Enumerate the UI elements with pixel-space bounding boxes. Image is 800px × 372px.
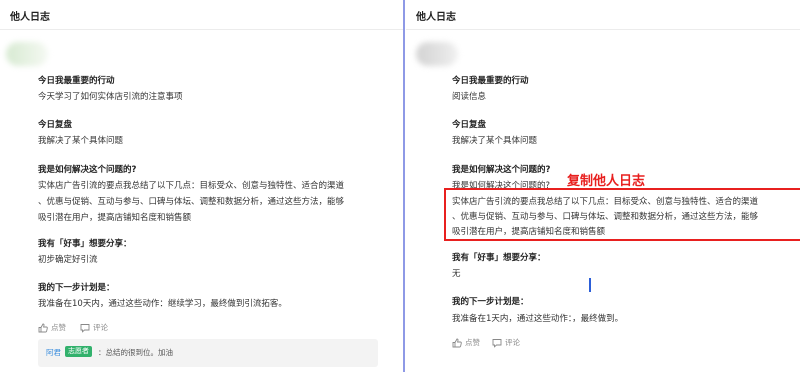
- section-heading-next-plan: 我的下一步计划是：: [38, 283, 115, 293]
- section-body-share: 无: [452, 269, 461, 279]
- like-button[interactable]: 点赞: [452, 337, 480, 348]
- like-button[interactable]: 点赞: [38, 322, 66, 333]
- section-body-next-plan: 我准备在1天内，通过这些动作：，最终做到。: [452, 314, 624, 324]
- section-body-review: 我解决了某个具体问题: [38, 136, 124, 146]
- section-heading-review: 今日复盘: [452, 120, 487, 130]
- comment-item: 阿君 志愿者 ：总结的很到位。加油: [38, 339, 378, 367]
- comment-author[interactable]: 阿君: [46, 347, 61, 358]
- section-heading-important-action: 今日我最重要的行动: [38, 76, 115, 86]
- left-log-panel: 他人日志 今日我最重要的行动 今天学习了如何实体店引流的注意事项 今日复盘 我解…: [0, 0, 404, 372]
- comment-icon: [80, 323, 90, 333]
- avatar[interactable]: [6, 42, 48, 66]
- section-heading-share: 我有「好事」想要分享：: [38, 239, 132, 249]
- section-heading-next-plan: 我的下一步计划是：: [452, 297, 529, 307]
- thumbs-up-icon: [38, 323, 48, 333]
- volunteer-badge: 志愿者: [65, 346, 92, 357]
- comment-label: 评论: [93, 323, 108, 332]
- section-body-review: 我解决了某个具体问题: [452, 136, 538, 146]
- like-label: 点赞: [465, 338, 480, 347]
- comment-label: 评论: [505, 338, 520, 347]
- comment-button[interactable]: 评论: [80, 322, 108, 333]
- comment-text: ：总结的很到位。加油: [98, 348, 173, 357]
- right-log-panel: 他人日志 今日我最重要的行动 阅读信息 今日复盘 我解决了某个具体问题 我是如何…: [406, 0, 800, 372]
- comment-button[interactable]: 评论: [492, 337, 520, 348]
- avatar[interactable]: [416, 42, 458, 66]
- section-body-important-action: 阅读信息: [452, 92, 487, 102]
- left-panel-header: 他人日志: [0, 0, 404, 30]
- text-cursor: [589, 278, 591, 292]
- section-body-share: 初步确定好引流: [38, 255, 98, 265]
- section-body-next-plan: 我准备在10天内，通过这些动作：继续学习，最终做到引流拓客。: [38, 299, 287, 309]
- section-heading-how-solved: 我是如何解决这个问题的?: [452, 165, 551, 175]
- section-heading-review: 今日复盘: [38, 120, 73, 130]
- left-panel-title: 他人日志: [10, 12, 50, 23]
- copy-log-annotation: 复制他人日志: [567, 174, 646, 189]
- comment-icon: [492, 338, 502, 348]
- thumbs-up-icon: [452, 338, 462, 348]
- section-body-line: 、优惠与促销、互动与参与、口碑与体坛、调整和数据分析，通过这些方法，能够: [38, 197, 345, 207]
- section-heading-important-action: 今日我最重要的行动: [452, 76, 529, 86]
- right-panel-header: 他人日志: [406, 0, 800, 30]
- panel-divider: [403, 0, 405, 372]
- section-body-line: 吸引潜在用户，提高店铺知名度和销售额: [38, 213, 192, 223]
- section-body-line: 实体店广告引流的要点我总结了以下几点：目标受众、创意与独特性、适合的渠道: [38, 181, 345, 191]
- highlight-box: [444, 188, 800, 241]
- section-body-important-action: 今天学习了如何实体店引流的注意事项: [38, 92, 183, 102]
- like-label: 点赞: [51, 323, 66, 332]
- section-heading-share: 我有「好事」想要分享：: [452, 253, 546, 263]
- section-heading-how-solved: 我是如何解决这个问题的?: [38, 165, 137, 175]
- right-panel-title: 他人日志: [416, 12, 456, 23]
